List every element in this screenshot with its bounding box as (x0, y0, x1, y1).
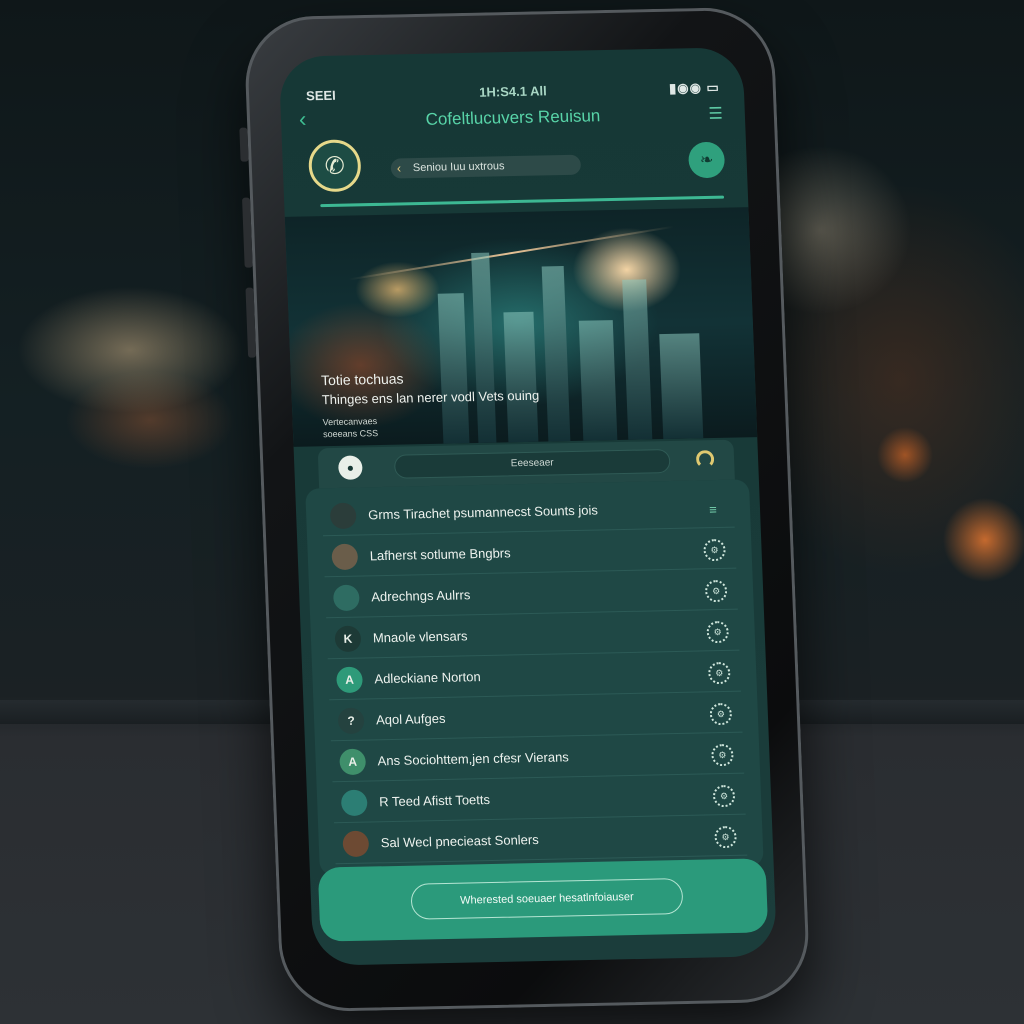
page-title: Cofeltlucuvers Reuisun (425, 106, 601, 129)
light-streak (348, 225, 674, 281)
settings-icon[interactable]: ⚙ (714, 825, 738, 849)
hero-title: Totie tochuas (320, 370, 404, 389)
settings-icon[interactable]: ⚙ (709, 702, 733, 726)
city-tower (578, 320, 618, 441)
list-item-label: Lafherst sotlume Bngbrs (369, 545, 511, 564)
cta-button[interactable]: Wherested soeuaer hesatlnfoiauser (410, 878, 684, 920)
list-item[interactable]: Sal Wecl pnecieast Sonlers ⚙ (334, 815, 748, 865)
cta-panel: Wherested soeuaer hesatlnfoiauser (317, 858, 769, 942)
avatar: A (336, 666, 364, 694)
phone-icon: ✆ (324, 152, 346, 180)
smartphone: SEEI 1H:S4.1 All ▮◉◉ ▭ ‹ Cofeltlucuvers … (239, 6, 811, 1013)
clock-label: 1H:S4.1 All (478, 83, 547, 100)
contact-list: Grms Tirachet psumannecst Sounts jois ≡ La… (305, 479, 764, 876)
avatar (331, 543, 359, 571)
city-tower (622, 279, 653, 440)
hero-subtitle: Thinges ens lan nerer vodl Vets ouing (321, 387, 540, 408)
list-item-label: R Teed Afistt Toetts (378, 791, 491, 810)
settings-icon[interactable]: ⚙ (703, 538, 726, 562)
settings-icon[interactable]: ⚙ (704, 579, 728, 603)
search-text: Seniou Iuu uxtrous (412, 160, 505, 175)
list-item-label: Aqol Aufges (375, 710, 446, 728)
settings-icon[interactable]: ⚙ (706, 620, 730, 644)
mute-switch (239, 127, 249, 162)
city-tower (659, 333, 704, 440)
list-item-label: Grms Tirachet psumannecst Sounts jois (367, 502, 599, 523)
call-button[interactable]: ✆ (307, 139, 362, 193)
call-row: ✆ ‹ Seniou Iuu uxtrous ❧ (298, 131, 734, 200)
volume-up-button (242, 197, 253, 268)
leaf-button[interactable]: ❧ (687, 141, 726, 179)
city-tower (541, 266, 571, 442)
hero-banner[interactable]: Totie tochuas Thinges ens lan nerer vodl… (284, 207, 758, 447)
filter-pill[interactable]: Eeeseaer (393, 448, 671, 479)
list-item-label: Adrechngs Aulrrs (371, 587, 471, 605)
list-item-label: Ans Sociohttem,jen cfesr Vierans (377, 749, 570, 769)
chevron-left-icon: ‹ (396, 160, 402, 176)
settings-icon[interactable]: ⚙ (707, 661, 731, 685)
list-item-label: Mnaole vlensars (372, 628, 468, 646)
settings-icon[interactable]: ⚙ (711, 743, 734, 767)
avatar: K (334, 625, 362, 653)
phone-screen: SEEI 1H:S4.1 All ▮◉◉ ▭ ‹ Cofeltlucuvers … (278, 47, 778, 966)
leaf-icon: ❧ (699, 151, 714, 170)
list-item-label: Sal Wecl pnecieast Sonlers (380, 831, 539, 851)
avatar (329, 502, 357, 530)
menu-icon[interactable]: ≡ (702, 498, 725, 520)
moon-icon[interactable] (695, 450, 715, 469)
list-item-label: Adleckiane Norton (374, 669, 481, 687)
settings-icon[interactable]: ⚙ (712, 784, 736, 808)
avatar: A (339, 748, 367, 776)
avatar (342, 830, 370, 858)
hero-text: Totie tochuas Thinges ens lan nerer vodl… (320, 368, 541, 439)
avatar (340, 789, 368, 817)
search-input[interactable]: ‹ Seniou Iuu uxtrous (390, 154, 582, 179)
avatar: ? (337, 707, 365, 735)
shield-icon[interactable]: ● (337, 455, 363, 480)
menu-icon[interactable]: ☰ (708, 104, 723, 124)
signal-wifi-battery-icon: ▮◉◉ ▭ (668, 79, 721, 96)
volume-down-button (245, 287, 257, 358)
avatar (332, 584, 360, 612)
